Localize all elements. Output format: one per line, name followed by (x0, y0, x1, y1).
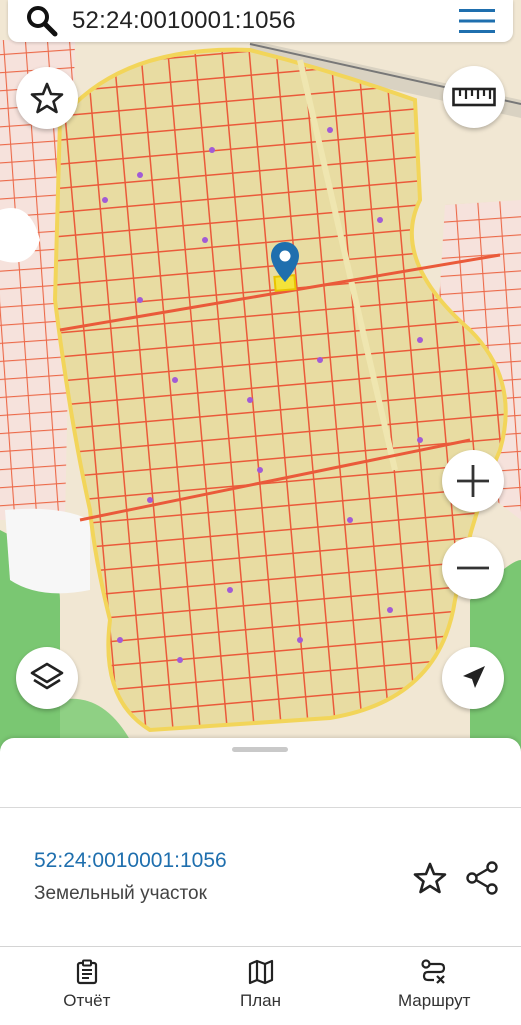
measure-button[interactable] (443, 66, 505, 128)
navigation-arrow-icon (463, 666, 485, 688)
cadastral-map (0, 0, 521, 760)
report-icon (76, 959, 97, 985)
search-bar[interactable]: 52:24:0010001:1056 (8, 0, 513, 42)
star-icon (413, 862, 447, 894)
plus-icon (457, 465, 489, 497)
zoom-in-button[interactable] (442, 450, 504, 512)
my-location-button[interactable] (442, 647, 504, 709)
sheet-drag-handle[interactable] (232, 747, 288, 752)
menu-button[interactable] (455, 3, 499, 39)
map-view[interactable]: 52:24:0010001:1056 (0, 0, 521, 760)
nav-item-label: Маршрут (397, 991, 471, 1010)
share-icon (466, 861, 498, 895)
object-type-label: Земельный участок (34, 883, 207, 904)
star-icon (30, 82, 64, 114)
layers-button[interactable] (16, 647, 78, 709)
add-to-favorites-button[interactable] (408, 856, 452, 900)
object-info-sheet[interactable]: 52:24:0010001:1056 Земельный участок (0, 738, 521, 948)
map-icon (248, 959, 273, 985)
ruler-icon (452, 87, 496, 107)
nav-item-plan[interactable]: План (174, 947, 348, 1025)
nav-item-label: Отчёт (63, 991, 111, 1010)
cadastral-number-link[interactable]: 52:24:0010001:1056 (34, 849, 227, 873)
bottom-navigation: Отчёт План Маршрут (0, 946, 521, 1025)
search-icon[interactable] (24, 3, 60, 39)
layers-icon (30, 662, 64, 690)
divider (0, 807, 521, 808)
nav-item-label: План (240, 991, 281, 1010)
map-pin-icon[interactable] (269, 240, 301, 284)
minus-icon (457, 566, 489, 570)
nav-item-report[interactable]: Отчёт (0, 947, 174, 1025)
hamburger-menu-icon (459, 9, 495, 33)
nav-item-route[interactable]: Маршрут (347, 947, 521, 1025)
favorite-map-button[interactable] (16, 67, 78, 129)
route-icon (421, 959, 446, 984)
search-input[interactable]: 52:24:0010001:1056 (72, 7, 455, 35)
share-button[interactable] (460, 856, 504, 900)
zoom-out-button[interactable] (442, 537, 504, 599)
